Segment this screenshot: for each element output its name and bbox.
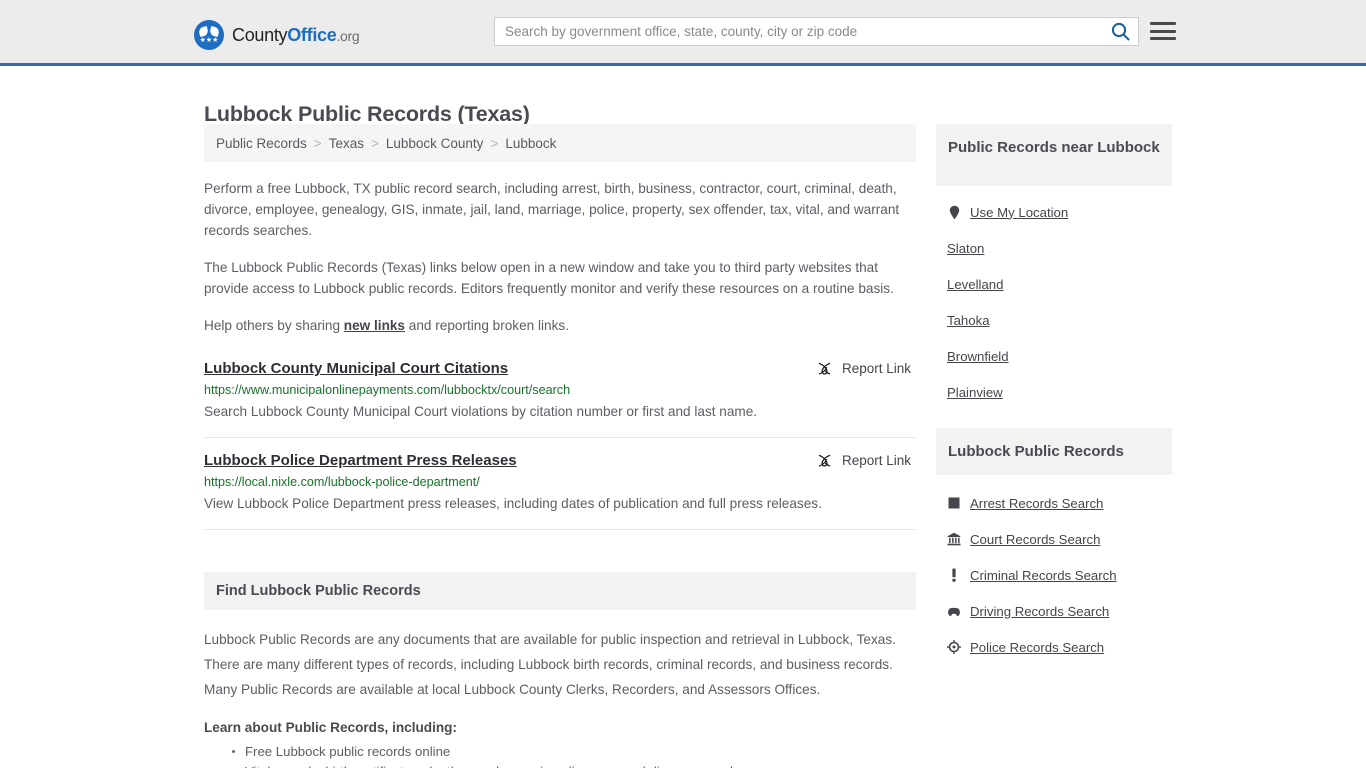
sidebar-item-police-records[interactable]: Police Records Search xyxy=(936,629,1172,665)
site-logo[interactable]: ★★★ CountyOffice.org xyxy=(194,20,360,50)
sidebar-link-label[interactable]: Criminal Records Search xyxy=(970,568,1117,583)
sidebar-item-court-records[interactable]: Court Records Search xyxy=(936,521,1172,557)
sidebar-link-label[interactable]: Levelland xyxy=(947,277,1003,292)
police-badge-icon xyxy=(947,639,961,655)
find-section-subheading: Learn about Public Records, including: xyxy=(204,720,458,735)
sidebar-item-tahoka[interactable]: Tahoka xyxy=(936,302,1172,338)
result-description: View Lubbock Police Department press rel… xyxy=(204,496,822,511)
brand-wordmark: CountyOffice.org xyxy=(232,24,360,46)
brand-part-county: County xyxy=(232,24,288,45)
courthouse-icon xyxy=(947,531,961,547)
find-section-bullet-list: Free Lubbock public records online Vital… xyxy=(204,742,916,768)
intro-paragraph-2: The Lubbock Public Records (Texas) links… xyxy=(204,260,894,296)
result-header: Lubbock County Municipal Court Citations… xyxy=(204,360,916,377)
search-button[interactable] xyxy=(1102,18,1138,45)
sidebar-near-list: Use My Location Slaton Levelland Tahoka … xyxy=(936,194,1172,410)
report-link-label: Report Link xyxy=(841,453,911,468)
find-section-heading: Find Lubbock Public Records xyxy=(204,572,916,610)
result-url: https://www.municipalonlinepayments.com/… xyxy=(204,383,571,397)
breadcrumb-item-lubbock-county[interactable]: Lubbock County xyxy=(386,136,484,151)
map-pin-icon xyxy=(947,204,961,220)
sidebar-item-use-my-location[interactable]: Use My Location xyxy=(936,194,1172,230)
result-item: Lubbock Police Department Press Releases… xyxy=(204,438,916,530)
new-links-link[interactable]: new links xyxy=(344,318,405,333)
sidebar-heading-near: Public Records near Lubbock xyxy=(936,124,1172,186)
sidebar-link-label[interactable]: Plainview xyxy=(947,385,1003,400)
sidebar-heading-records: Lubbock Public Records xyxy=(936,428,1172,475)
sidebar-item-driving-records[interactable]: Driving Records Search xyxy=(936,593,1172,629)
result-url: https://local.nixle.com/lubbock-police-d… xyxy=(204,475,480,489)
breadcrumb-separator: > xyxy=(313,135,322,151)
sidebar-item-arrest-records[interactable]: Arrest Records Search xyxy=(936,485,1172,521)
result-header: Lubbock Police Department Press Releases… xyxy=(204,452,916,469)
brand-part-office: Office xyxy=(287,24,337,45)
sidebar-item-criminal-records[interactable]: Criminal Records Search xyxy=(936,557,1172,593)
list-item: Vital records, birth certificates, death… xyxy=(245,762,916,768)
find-section-body: Lubbock Public Records are any documents… xyxy=(204,632,896,697)
fingerprint-icon xyxy=(947,495,961,511)
sidebar-item-levelland[interactable]: Levelland xyxy=(936,266,1172,302)
exclamation-icon xyxy=(947,567,961,583)
report-link-button[interactable]: Report Link xyxy=(816,360,916,377)
search-icon xyxy=(1111,22,1130,41)
sidebar-link-label[interactable]: Driving Records Search xyxy=(970,604,1109,619)
list-item: Free Lubbock public records online xyxy=(232,742,916,762)
report-link-button[interactable]: Report Link xyxy=(816,452,916,469)
intro-paragraph-1: Perform a free Lubbock, TX public record… xyxy=(204,181,900,238)
result-description: Search Lubbock County Municipal Court vi… xyxy=(204,404,758,419)
sidebar-link-label[interactable]: Arrest Records Search xyxy=(970,496,1103,511)
car-icon xyxy=(947,603,961,619)
site-header: ★★★ CountyOffice.org xyxy=(0,0,1366,66)
breadcrumb-item-lubbock[interactable]: Lubbock xyxy=(505,136,556,151)
sidebar-link-label[interactable]: Brownfield xyxy=(947,349,1009,364)
sidebar-item-brownfield[interactable]: Brownfield xyxy=(936,338,1172,374)
sidebar-item-plainview[interactable]: Plainview xyxy=(936,374,1172,410)
sidebar: Public Records near Lubbock Use My Locat… xyxy=(936,124,1172,665)
brand-part-org: .org xyxy=(336,27,360,44)
hamburger-menu-icon[interactable] xyxy=(1150,19,1176,43)
result-title-link[interactable]: Lubbock Police Department Press Releases xyxy=(204,452,517,469)
sidebar-link-label[interactable]: Use My Location xyxy=(970,205,1068,220)
sidebar-records-list: Arrest Records Search Court Records Sear… xyxy=(936,485,1172,665)
breadcrumb: Public Records > Texas > Lubbock County … xyxy=(204,124,916,162)
broken-link-icon xyxy=(816,452,833,469)
sidebar-link-label[interactable]: Court Records Search xyxy=(970,532,1100,547)
breadcrumb-separator: > xyxy=(370,135,379,151)
result-title-link[interactable]: Lubbock County Municipal Court Citations xyxy=(204,360,508,377)
sidebar-link-label[interactable]: Slaton xyxy=(947,241,984,256)
sidebar-link-label[interactable]: Police Records Search xyxy=(970,640,1104,655)
sidebar-item-slaton[interactable]: Slaton xyxy=(936,230,1172,266)
sidebar-link-label[interactable]: Tahoka xyxy=(947,313,990,328)
eagle-stars-emblem-icon: ★★★ xyxy=(194,20,224,50)
main-content-column: Public Records > Texas > Lubbock County … xyxy=(204,124,916,768)
result-item: Lubbock County Municipal Court Citations… xyxy=(204,346,916,438)
broken-link-icon xyxy=(816,360,833,377)
search-bar xyxy=(494,17,1139,46)
intro-p3-before: Help others by sharing xyxy=(204,318,344,333)
report-link-label: Report Link xyxy=(841,361,911,376)
intro-p3-after: and reporting broken links. xyxy=(405,318,569,333)
breadcrumb-separator: > xyxy=(490,135,499,151)
intro-paragraph-3: Help others by sharing new links and rep… xyxy=(204,315,916,336)
search-input[interactable] xyxy=(495,18,1102,45)
breadcrumb-item-public-records[interactable]: Public Records xyxy=(216,136,307,151)
breadcrumb-item-texas[interactable]: Texas xyxy=(329,136,364,151)
